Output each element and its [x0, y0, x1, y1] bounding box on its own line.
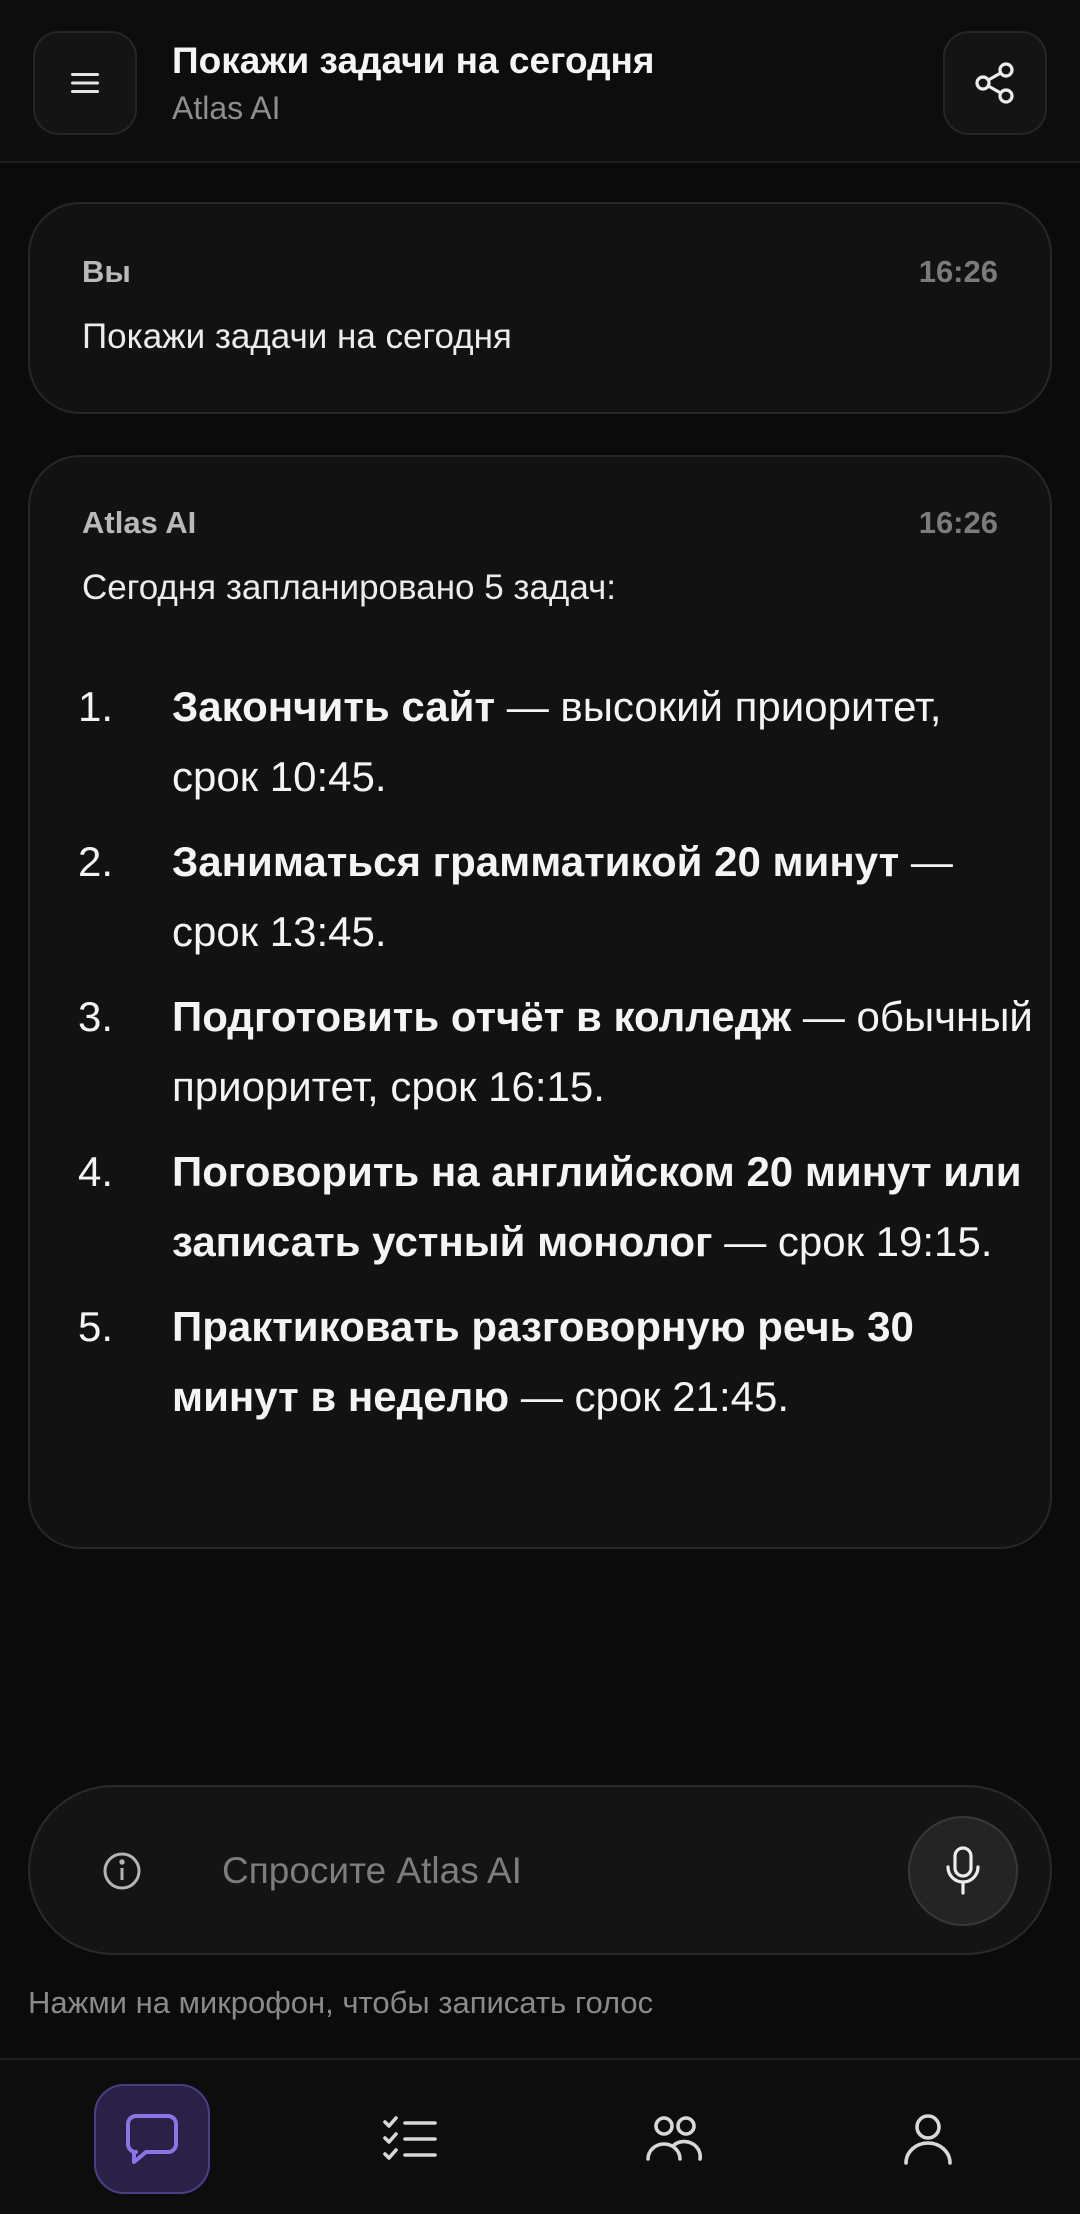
share-icon	[975, 62, 1014, 104]
share-button[interactable]	[943, 31, 1047, 135]
task-number: 3.	[78, 993, 114, 1040]
page-subtitle: Atlas AI	[172, 90, 281, 126]
task-item: 1. Закончить сайт — высокий приоритет, с…	[78, 672, 1038, 812]
people-icon	[646, 2116, 703, 2161]
ai-message-card: Atlas AI 16:26 Сегодня запланировано 5 з…	[28, 455, 1052, 1549]
task-name: Закончить сайт	[172, 683, 496, 730]
message-author: Вы	[82, 254, 131, 289]
message-text: Покажи задачи на сегодня	[82, 317, 512, 356]
message-time: 16:26	[918, 254, 998, 289]
task-name: Заниматься грамматикой 20 минут	[172, 838, 900, 885]
task-number: 5.	[78, 1303, 114, 1350]
task-item: 2. Заниматься грамматикой 20 минут — сро…	[78, 827, 1038, 967]
user-icon	[904, 2114, 952, 2165]
task-list-icon	[383, 2116, 437, 2160]
task-number: 4.	[78, 1148, 114, 1195]
task-item: 3. Подготовить отчёт в колледж — обычный…	[78, 982, 1038, 1122]
microphone-icon	[946, 1846, 980, 1895]
nav-people[interactable]	[616, 2084, 732, 2194]
page-title: Покажи задачи на сегодня	[172, 40, 655, 81]
app-header: Покажи задачи на сегодня Atlas AI	[0, 0, 1080, 163]
chat-input[interactable]	[220, 1837, 904, 1905]
nav-profile[interactable]	[870, 2084, 986, 2194]
bottom-nav	[0, 2058, 1080, 2214]
task-number: 1.	[78, 683, 114, 730]
chat-input-box	[28, 1785, 1052, 1955]
nav-chat[interactable]	[94, 2084, 210, 2194]
task-detail: — срок 19:15.	[712, 1218, 993, 1265]
chat-icon	[126, 2114, 178, 2164]
task-item: 4. Поговорить на английском 20 минут или…	[78, 1137, 1038, 1277]
microphone-button[interactable]	[908, 1816, 1018, 1926]
hamburger-menu-icon	[71, 73, 99, 93]
message-author: Atlas AI	[82, 505, 197, 540]
info-icon[interactable]	[102, 1851, 142, 1891]
message-time: 16:26	[918, 505, 998, 540]
menu-button[interactable]	[33, 31, 137, 135]
user-message-card: Вы 16:26 Покажи задачи на сегодня	[28, 202, 1052, 414]
task-name: Подготовить отчёт в колледж	[172, 993, 792, 1040]
task-number: 2.	[78, 838, 114, 885]
voice-hint: Нажми на микрофон, чтобы записать голос	[28, 1985, 654, 2020]
message-intro: Сегодня запланировано 5 задач:	[82, 568, 616, 607]
nav-tasks[interactable]	[352, 2084, 468, 2194]
task-detail: — срок 21:45.	[509, 1373, 790, 1420]
task-list: 1. Закончить сайт — высокий приоритет, с…	[78, 672, 1038, 1447]
task-item: 5. Практиковать разговорную речь 30 мину…	[78, 1292, 1038, 1432]
